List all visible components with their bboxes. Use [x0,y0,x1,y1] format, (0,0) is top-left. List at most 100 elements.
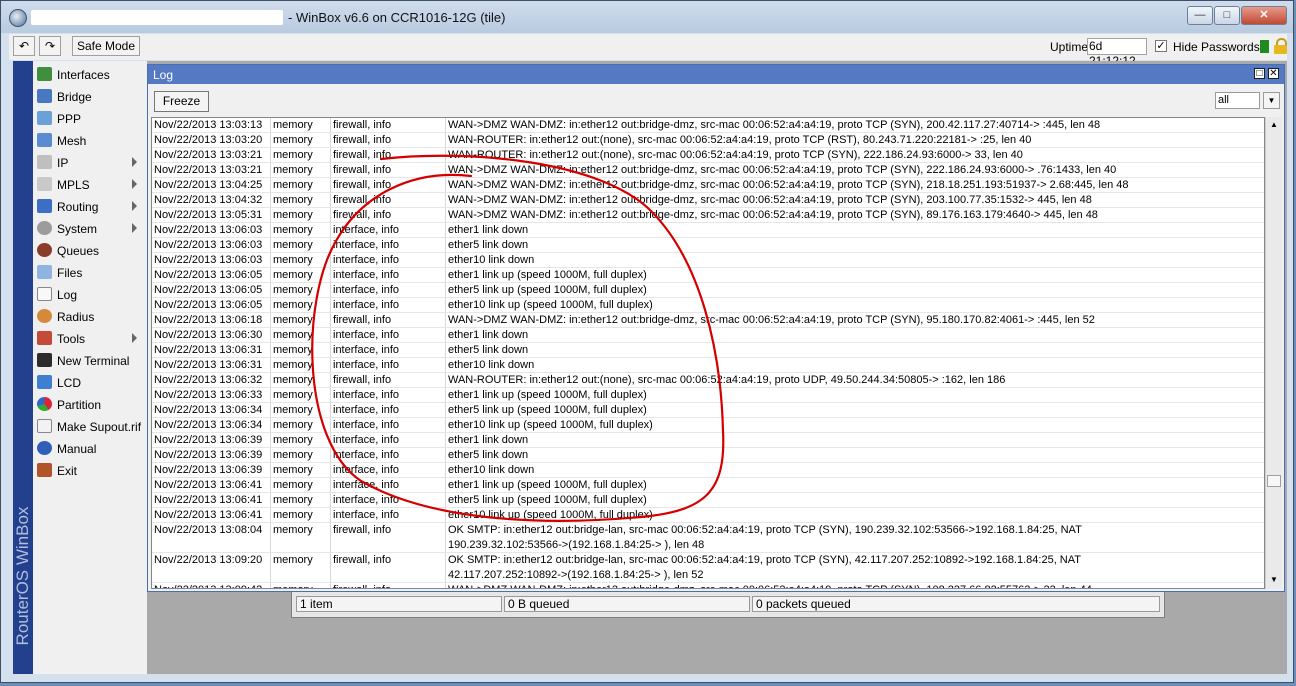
scroll-down-icon[interactable]: ▼ [1266,572,1282,588]
menu-label: System [57,222,98,236]
log-row[interactable]: Nov/22/2013 13:04:32 memory firewall, info… [152,193,1264,208]
column-separator [270,343,271,358]
menu-item-tools[interactable]: Tools [33,328,147,350]
log-row[interactable]: Nov/22/2013 13:06:03 memory interface, inf… [152,238,1264,253]
log-row[interactable]: Nov/22/2013 13:09:42 memory firewall, info… [152,583,1264,588]
column-separator [270,193,271,208]
hide-passwords-checkbox[interactable]: ✓ [1155,40,1167,52]
log-row[interactable]: Nov/22/2013 13:06:03 memory interface, inf… [152,223,1264,238]
log-cell-message: WAN-ROUTER: in:ether12 out:(none), src-m… [448,134,1032,146]
menu-item-mesh[interactable]: Mesh [33,130,147,152]
log-row[interactable]: Nov/22/2013 13:06:31 memory interface, inf… [152,343,1264,358]
menu-item-radius[interactable]: Radius [33,306,147,328]
column-separator [270,508,271,523]
radius-icon [37,309,52,323]
log-row[interactable]: Nov/22/2013 13:06:39 memory interface, inf… [152,433,1264,448]
log-row[interactable]: Nov/22/2013 13:03:21 memory firewall, info… [152,148,1264,163]
log-cell-buffer: memory [273,239,313,251]
restore-icon[interactable]: □ [1254,68,1265,79]
chevron-down-icon[interactable]: ▼ [1263,92,1280,109]
menu-item-routing[interactable]: Routing [33,196,147,218]
menu-item-ppp[interactable]: PPP [33,108,147,130]
menu-label: LCD [57,376,82,390]
column-separator [330,253,331,268]
log-row[interactable]: Nov/22/2013 13:06:03 memory interface, inf… [152,253,1264,268]
log-row[interactable]: Nov/22/2013 13:06:39 memory interface, inf… [152,448,1264,463]
log-cell-time: Nov/22/2013 13:06:03 [154,224,263,236]
log-row[interactable]: Nov/22/2013 13:03:20 memory firewall, info… [152,133,1264,148]
column-separator [445,403,446,418]
log-row[interactable]: Nov/22/2013 13:06:05 memory interface, inf… [152,283,1264,298]
log-row[interactable]: Nov/22/2013 13:04:25 memory firewall, info… [152,178,1264,193]
log-row[interactable]: Nov/22/2013 13:06:33 memory interface, inf… [152,388,1264,403]
menu-item-interfaces[interactable]: Interfaces [33,64,147,86]
menu-item-queues[interactable]: Queues [33,240,147,262]
column-separator [270,223,271,238]
redo-button[interactable]: ↷ [39,36,61,56]
hide-passwords-label[interactable]: Hide Passwords [1173,40,1260,54]
undo-button[interactable]: ↶ [13,36,35,56]
log-row[interactable]: Nov/22/2013 13:05:31 memory firewall, info… [152,208,1264,223]
log-row[interactable]: Nov/22/2013 13:06:34 memory interface, inf… [152,403,1264,418]
title-bar[interactable]: - WinBox v6.6 on CCR1016-12G (tile) — □ … [1,1,1293,33]
log-row[interactable]: Nov/22/2013 13:06:34 memory interface, inf… [152,418,1264,433]
log-row[interactable]: Nov/22/2013 13:03:13 memory firewall, info… [152,118,1264,133]
log-cell-message: ether10 link down [448,359,535,371]
menu-item-make-supout[interactable]: Make Supout.rif [33,416,147,438]
menu-item-mpls[interactable]: MPLS [33,174,147,196]
log-row[interactable]: Nov/22/2013 13:06:05 memory interface, inf… [152,268,1264,283]
scroll-thumb[interactable] [1267,475,1281,487]
menu-item-partition[interactable]: Partition [33,394,147,416]
menu-label: Log [57,288,78,302]
log-row[interactable]: Nov/22/2013 13:09:20 memory firewall, info… [152,553,1264,583]
menu-item-log[interactable]: Log [33,284,147,306]
log-row[interactable]: Nov/22/2013 13:06:39 memory interface, inf… [152,463,1264,478]
log-cell-time: Nov/22/2013 13:06:05 [154,299,263,311]
menu-item-manual[interactable]: Manual [33,438,147,460]
log-row[interactable]: Nov/22/2013 13:06:05 memory interface, inf… [152,298,1264,313]
mpls-icon [37,177,52,191]
menu-item-files[interactable]: Files [33,262,147,284]
minimize-icon[interactable]: — [1187,6,1213,25]
menu-item-exit[interactable]: Exit [33,460,147,482]
log-title-bar[interactable]: Log □ ✕ [148,65,1284,84]
menu-item-ip[interactable]: IP [33,152,147,174]
column-separator [330,358,331,373]
menu-item-new-terminal[interactable]: New Terminal [33,350,147,372]
log-row[interactable]: Nov/22/2013 13:06:30 memory interface, inf… [152,328,1264,343]
log-row[interactable]: Nov/22/2013 13:06:18 memory firewall, info… [152,313,1264,328]
scroll-up-icon[interactable]: ▲ [1266,117,1282,133]
log-cell-buffer: memory [273,479,313,491]
log-row[interactable]: Nov/22/2013 13:03:21 memory firewall, info… [152,163,1264,178]
log-cell-message: ether1 link down [448,329,529,341]
bridge-icon [37,89,52,103]
winbox-window: - WinBox v6.6 on CCR1016-12G (tile) — □ … [0,0,1294,683]
maximize-icon[interactable]: □ [1214,6,1240,25]
log-row[interactable]: Nov/22/2013 13:06:32 memory firewall, info… [152,373,1264,388]
freeze-button[interactable]: Freeze [154,91,209,112]
log-row[interactable]: Nov/22/2013 13:08:04 memory firewall, info… [152,523,1264,553]
close-icon[interactable]: ✕ [1241,6,1287,25]
column-separator [270,523,271,553]
log-cell-message: ether1 link up (speed 1000M, full duplex… [448,389,647,401]
log-row[interactable]: Nov/22/2013 13:06:41 memory interface, inf… [152,478,1264,493]
log-table[interactable]: Nov/22/2013 13:03:13 memory firewall, info… [151,117,1265,589]
menu-item-lcd[interactable]: LCD [33,372,147,394]
menu-item-bridge[interactable]: Bridge [33,86,147,108]
log-cell-topics: interface, info [333,254,400,266]
menu-item-system[interactable]: System [33,218,147,240]
safe-mode-button[interactable]: Safe Mode [72,36,140,56]
log-scrollbar[interactable]: ▲ ▼ [1265,117,1282,589]
close-log-icon[interactable]: ✕ [1268,68,1279,79]
log-cell-topics: interface, info [333,509,400,521]
log-cell-message: ether5 link down [448,239,529,251]
buffer-filter-select[interactable]: all [1215,92,1260,109]
log-row[interactable]: Nov/22/2013 13:06:41 memory interface, inf… [152,508,1264,523]
column-separator [330,523,331,553]
column-separator [270,253,271,268]
log-cell-topics: interface, info [333,479,400,491]
menu-label: Queues [57,244,100,258]
log-row[interactable]: Nov/22/2013 13:06:31 memory interface, inf… [152,358,1264,373]
log-row[interactable]: Nov/22/2013 13:06:41 memory interface, inf… [152,493,1264,508]
log-cell-buffer: memory [273,404,313,416]
